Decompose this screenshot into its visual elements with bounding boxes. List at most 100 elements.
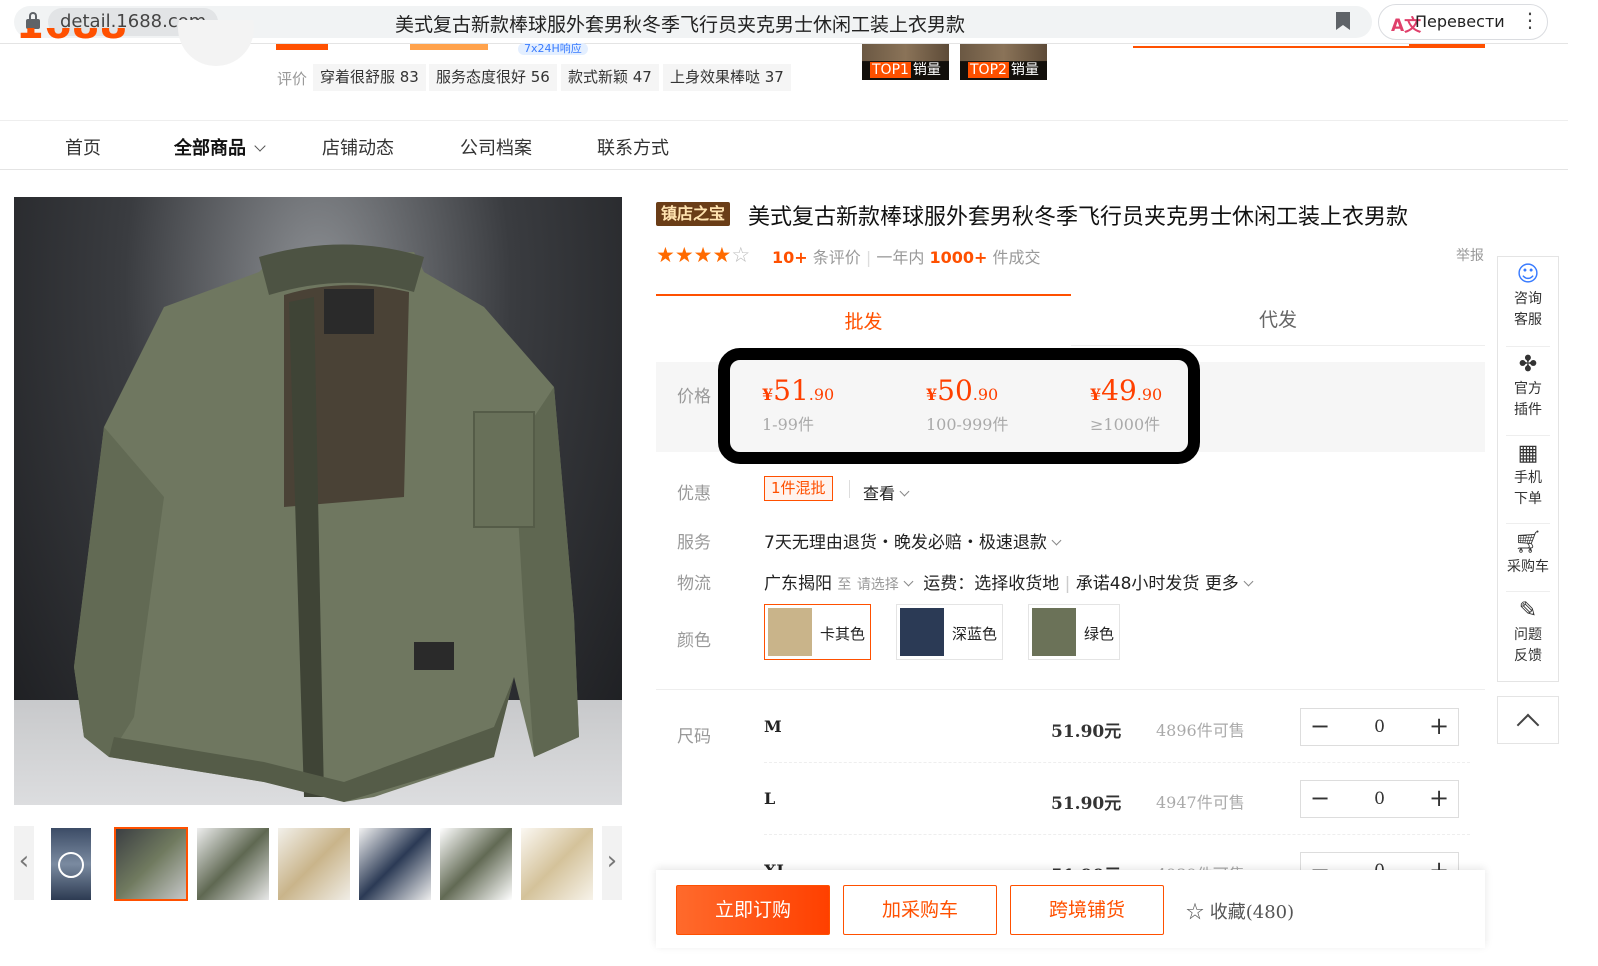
sidebar-item-cart[interactable]: 🛒︎ 采购车 <box>1498 529 1558 578</box>
site-logo[interactable]: 1688 <box>16 28 132 48</box>
price-tier-qty: 1-99件 <box>762 415 814 434</box>
star-icon: ☆ <box>1186 902 1204 923</box>
thumb-image[interactable] <box>197 828 269 900</box>
nav-shop-news[interactable]: 店铺动态 <box>322 134 394 160</box>
report-link[interactable]: 举报 <box>1456 245 1484 265</box>
eval-tag[interactable]: 款式新颖 47 <box>561 64 659 91</box>
featured-badge: 镇店之宝 <box>656 202 731 226</box>
lock-icon[interactable] <box>26 12 40 29</box>
sidebar-item-label: 手机下单 <box>1514 470 1542 507</box>
tab-dropship[interactable]: 代发 <box>1071 294 1485 346</box>
product-title: 美式复古新款棒球服外套男秋冬季飞行员夹克男士休闲工装上衣男款 <box>748 205 1409 230</box>
quantity-input[interactable]: 0 <box>1341 709 1418 745</box>
eval-tag[interactable]: 上身效果棒哒 37 <box>663 64 791 91</box>
chat-icon: ☺ <box>1516 262 1540 287</box>
promo-label: 优惠 <box>677 484 711 504</box>
quantity-input[interactable]: 0 <box>1341 781 1418 817</box>
destination-select[interactable]: 请选择 <box>857 577 899 593</box>
color-name: 深蓝色 <box>952 625 998 643</box>
add-to-cart-button[interactable]: 加采购车 <box>843 885 997 935</box>
price-tier: ¥50.90 100-999件 <box>926 374 1009 435</box>
shipping-promise: 承诺48小时发货 <box>1075 574 1200 594</box>
service-label: 服务 <box>677 533 711 553</box>
jacket-illustration <box>74 244 579 802</box>
top-label: 销量 <box>912 62 941 78</box>
price-tier: ¥51.90 1-99件 <box>762 374 834 435</box>
floating-sidebar: ☺ 咨询客服 ✤ 官方插件 ▦ 手机下单 🛒︎ 采购车 ✎ 问题反馈 <box>1497 256 1559 682</box>
size-price: 51.90元 <box>1051 794 1122 814</box>
thumb-image[interactable] <box>521 828 593 900</box>
shop-rating-stars <box>410 44 488 50</box>
price-tier: ¥49.90 ≥1000件 <box>1090 374 1162 435</box>
favorite-label: 收藏(480) <box>1209 902 1295 923</box>
color-name: 卡其色 <box>820 625 866 643</box>
eval-tag[interactable]: 服务态度很好 56 <box>429 64 557 91</box>
nav-all-products[interactable]: 全部商品 <box>174 134 266 160</box>
thumb-image[interactable] <box>359 828 431 900</box>
sidebar-item-customer-service[interactable]: ☺ 咨询客服 <box>1498 261 1558 331</box>
decrement-button[interactable]: − <box>1301 781 1339 817</box>
play-icon <box>58 852 84 878</box>
price-decimal: .90 <box>1136 385 1163 404</box>
thumb-image[interactable] <box>278 828 350 900</box>
freight-text: 运费：选择收货地 <box>923 574 1060 594</box>
cross-border-button[interactable]: 跨境铺货 <box>1010 885 1164 935</box>
size-label: 尺码 <box>677 727 711 747</box>
nav-all-products-label: 全部商品 <box>174 138 246 159</box>
thumbnail-strip: ‹ › <box>14 826 622 902</box>
trade-prefix: 一年内 <box>876 248 925 267</box>
search-button[interactable] <box>1409 44 1485 48</box>
size-row: M 51.90元 4896件可售 − 0 + <box>764 691 1470 763</box>
eval-tag[interactable]: 穿着很舒服 83 <box>313 64 426 91</box>
quantity-stepper: − 0 + <box>1300 780 1459 818</box>
size-name: M <box>764 717 782 736</box>
favorite-button[interactable]: ☆ 收藏(480) <box>1186 898 1294 924</box>
tab-wholesale[interactable]: 批发 <box>656 294 1071 346</box>
chevron-down-icon[interactable] <box>1243 576 1254 587</box>
shop-search-box[interactable] <box>1133 44 1485 48</box>
thumb-prev-button[interactable]: ‹ <box>14 826 34 900</box>
shop-avatar[interactable] <box>178 20 254 66</box>
puzzle-icon: ✤ <box>1518 352 1538 377</box>
price-tier-qty: ≥1000件 <box>1090 415 1161 434</box>
thumb-image[interactable] <box>440 828 512 900</box>
sidebar-item-feedback[interactable]: ✎ 问题反馈 <box>1498 597 1558 667</box>
sidebar-item-label: 官方插件 <box>1514 381 1542 418</box>
size-stock: 4947件可售 <box>1156 793 1245 812</box>
increment-button[interactable]: + <box>1420 709 1458 745</box>
nav-company-profile[interactable]: 公司档案 <box>460 134 532 160</box>
sidebar-item-plugin[interactable]: ✤ 官方插件 <box>1498 351 1558 421</box>
service-dropdown[interactable]: 7天无理由退货・晚发必赔・极速退款 <box>764 528 1066 553</box>
video-thumb[interactable] <box>51 828 91 900</box>
color-option[interactable]: 深蓝色 <box>896 604 1003 660</box>
quantity-stepper: − 0 + <box>1300 708 1459 746</box>
sidebar-item-label: 问题反馈 <box>1514 627 1542 664</box>
edit-icon: ✎ <box>1518 598 1538 623</box>
product-main-image[interactable] <box>14 197 622 805</box>
back-to-top-button[interactable] <box>1497 696 1559 744</box>
chevron-down-icon[interactable] <box>903 576 914 587</box>
color-label: 颜色 <box>677 631 711 651</box>
sidebar-item-mobile-order[interactable]: ▦ 手机下单 <box>1498 440 1558 510</box>
ship-to-label: 至 <box>837 577 852 593</box>
buy-now-button[interactable]: 立即订购 <box>676 885 830 935</box>
thumb-next-button[interactable]: › <box>602 826 622 900</box>
shop-badge <box>276 44 328 50</box>
nav-home[interactable]: 首页 <box>65 134 101 160</box>
nav-contact[interactable]: 联系方式 <box>597 134 669 160</box>
promo-view-button[interactable]: 查看 <box>863 480 914 504</box>
top-product-thumb[interactable]: TOP1 销量 <box>862 44 949 80</box>
service-text: 7天无理由退货・晚发必赔・极速退款 <box>764 533 1047 553</box>
top-product-thumb[interactable]: TOP2 销量 <box>960 44 1047 80</box>
size-name: L <box>764 789 776 808</box>
color-option[interactable]: 卡其色 <box>764 604 871 660</box>
decrement-button[interactable]: − <box>1301 709 1339 745</box>
more-menu-icon[interactable]: ⋮ <box>1520 10 1540 30</box>
increment-button[interactable]: + <box>1420 781 1458 817</box>
color-option[interactable]: 绿色 <box>1028 604 1120 660</box>
thumb-image[interactable] <box>114 827 188 901</box>
shop-nav: 首页 全部商品 店铺动态 公司档案 联系方式 <box>0 120 1568 170</box>
size-price: 51.90元 <box>1051 722 1122 742</box>
review-summary[interactable]: 10+ 条评价 | 一年内 1000+ 件成交 <box>772 244 1041 268</box>
logistics-more[interactable]: 更多 <box>1205 574 1239 594</box>
